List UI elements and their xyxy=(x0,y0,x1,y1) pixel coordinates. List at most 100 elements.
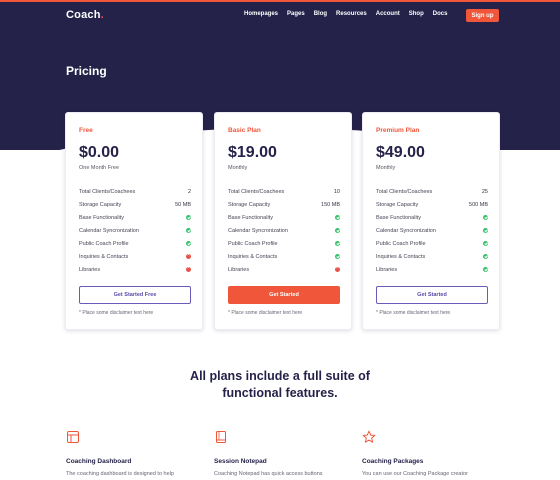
feature-desc: You can use our Coaching Package creator xyxy=(362,471,468,477)
feature-row: Storage Capacity 500 MB xyxy=(376,198,488,211)
check-icon xyxy=(483,228,488,233)
feature-label: Inquiries & Contacts xyxy=(376,253,426,260)
feature-row: Calendar Syncronization xyxy=(79,224,191,237)
feature-value: 25 xyxy=(481,188,488,195)
section-title: All plans include a full suite of functi… xyxy=(0,368,560,402)
check-icon xyxy=(335,254,340,259)
feature-row: Calendar Syncronization xyxy=(376,224,488,237)
feature-row: Total Clients/Coachees 25 xyxy=(376,185,488,198)
nav-link-docs[interactable]: Docs xyxy=(433,11,448,17)
feature-value: 10 xyxy=(333,188,340,195)
layout-icon xyxy=(67,431,79,443)
feature-desc: The coaching dashboard is designed to he… xyxy=(66,471,174,477)
feature-row: Calendar Syncronization xyxy=(228,224,340,237)
feature-value: 500 MB xyxy=(469,201,488,208)
check-icon xyxy=(483,241,488,246)
feature-label: Public Coach Profile xyxy=(79,240,129,247)
check-icon xyxy=(186,241,191,246)
feature-item-packages: Coaching Packages You can use our Coachi… xyxy=(362,430,502,477)
nav-link-pages[interactable]: Pages xyxy=(287,11,305,17)
feature-list: Total Clients/Coachees 2 Storage Capacity… xyxy=(79,185,191,276)
feature-row: Libraries xyxy=(376,263,488,276)
feature-label: Inquiries & Contacts xyxy=(79,253,129,260)
cross-icon xyxy=(186,252,191,259)
feature-row: Storage Capacity 150 MB xyxy=(228,198,340,211)
check-icon xyxy=(483,254,488,259)
feature-label: Public Coach Profile xyxy=(376,240,426,247)
logo[interactable]: Coach. xyxy=(66,9,104,21)
plan-name: Basic Plan xyxy=(228,127,261,134)
nav-link-blog[interactable]: Blog xyxy=(314,11,327,17)
feature-row: Libraries xyxy=(228,263,340,276)
feature-label: Storage Capacity xyxy=(79,201,122,208)
feature-row: Inquiries & Contacts xyxy=(228,250,340,263)
feature-list: Total Clients/Coachees 10 Storage Capacit… xyxy=(228,185,340,276)
feature-label: Total Clients/Coachees xyxy=(79,188,136,195)
plan-period: Monthly xyxy=(376,165,396,171)
plan-name: Free xyxy=(79,127,93,134)
nav-link-resources[interactable]: Resources xyxy=(336,11,367,17)
signup-button[interactable]: Sign up xyxy=(466,9,499,22)
pricing-card-premium: Premium Plan $49.00 Monthly Total Client… xyxy=(362,112,500,330)
feature-title: Coaching Packages xyxy=(362,458,424,465)
feature-title: Session Notepad xyxy=(214,458,267,465)
feature-row: Inquiries & Contacts xyxy=(376,250,488,263)
feature-list: Total Clients/Coachees 25 Storage Capacit… xyxy=(376,185,488,276)
feature-row: Public Coach Profile xyxy=(376,237,488,250)
feature-value: 150 MB xyxy=(321,201,340,208)
feature-label: Base Functionality xyxy=(228,214,273,221)
get-started-basic-button[interactable]: Get Started xyxy=(228,286,340,304)
feature-row: Public Coach Profile xyxy=(79,237,191,250)
feature-title: Coaching Dashboard xyxy=(66,458,132,465)
cross-icon xyxy=(335,265,340,272)
nav-links: Homepages Pages Blog Resources Account S… xyxy=(244,11,456,17)
feature-label: Total Clients/Coachees xyxy=(228,188,285,195)
feature-label: Inquiries & Contacts xyxy=(228,253,278,260)
feature-row: Libraries xyxy=(79,263,191,276)
disclaimer: * Place some disclaimer text here xyxy=(376,310,451,316)
feature-row: Total Clients/Coachees 2 xyxy=(79,185,191,198)
check-icon xyxy=(335,228,340,233)
book-icon xyxy=(216,431,226,443)
feature-label: Calendar Syncronization xyxy=(376,227,436,234)
feature-row: Inquiries & Contacts xyxy=(79,250,191,263)
feature-label: Storage Capacity xyxy=(228,201,271,208)
feature-row: Base Functionality xyxy=(79,211,191,224)
feature-row: Base Functionality xyxy=(228,211,340,224)
feature-label: Base Functionality xyxy=(376,214,421,221)
feature-label: Libraries xyxy=(228,266,250,273)
get-started-free-button[interactable]: Get Started Free xyxy=(79,286,191,304)
disclaimer: * Place some disclaimer text here xyxy=(79,310,154,316)
feature-desc: Coaching Notepad has quick access button… xyxy=(214,471,323,477)
disclaimer: * Place some disclaimer text here xyxy=(228,310,303,316)
pricing-card-basic: Basic Plan $19.00 Monthly Total Clients/… xyxy=(214,112,352,330)
feature-label: Libraries xyxy=(376,266,398,273)
nav-link-account[interactable]: Account xyxy=(376,11,400,17)
feature-label: Calendar Syncronization xyxy=(228,227,288,234)
check-icon xyxy=(335,241,340,246)
page-title: Pricing xyxy=(66,64,107,78)
get-started-premium-button[interactable]: Get Started xyxy=(376,286,488,304)
check-icon xyxy=(335,215,340,220)
plan-period: Monthly xyxy=(228,165,248,171)
nav-link-shop[interactable]: Shop xyxy=(409,11,424,17)
nav-link-homepages[interactable]: Homepages xyxy=(244,11,278,17)
feature-label: Base Functionality xyxy=(79,214,124,221)
check-icon xyxy=(186,228,191,233)
plan-period: One Month Free xyxy=(79,165,120,171)
plan-price: $49.00 xyxy=(376,144,425,161)
check-icon xyxy=(186,215,191,220)
feature-label: Storage Capacity xyxy=(376,201,419,208)
feature-item-notepad: Session Notepad Coaching Notepad has qui… xyxy=(214,430,354,477)
plan-price: $19.00 xyxy=(228,144,277,161)
feature-row: Public Coach Profile xyxy=(228,237,340,250)
feature-item-dashboard: Coaching Dashboard The coaching dashboar… xyxy=(66,430,206,477)
check-icon xyxy=(483,267,488,272)
feature-value: 50 MB xyxy=(175,201,191,208)
pricing-card-free: Free $0.00 One Month Free Total Clients/… xyxy=(65,112,203,330)
feature-label: Calendar Syncronization xyxy=(79,227,139,234)
feature-row: Total Clients/Coachees 10 xyxy=(228,185,340,198)
feature-label: Total Clients/Coachees xyxy=(376,188,433,195)
feature-row: Base Functionality xyxy=(376,211,488,224)
section-title-line2: functional features. xyxy=(222,386,338,400)
